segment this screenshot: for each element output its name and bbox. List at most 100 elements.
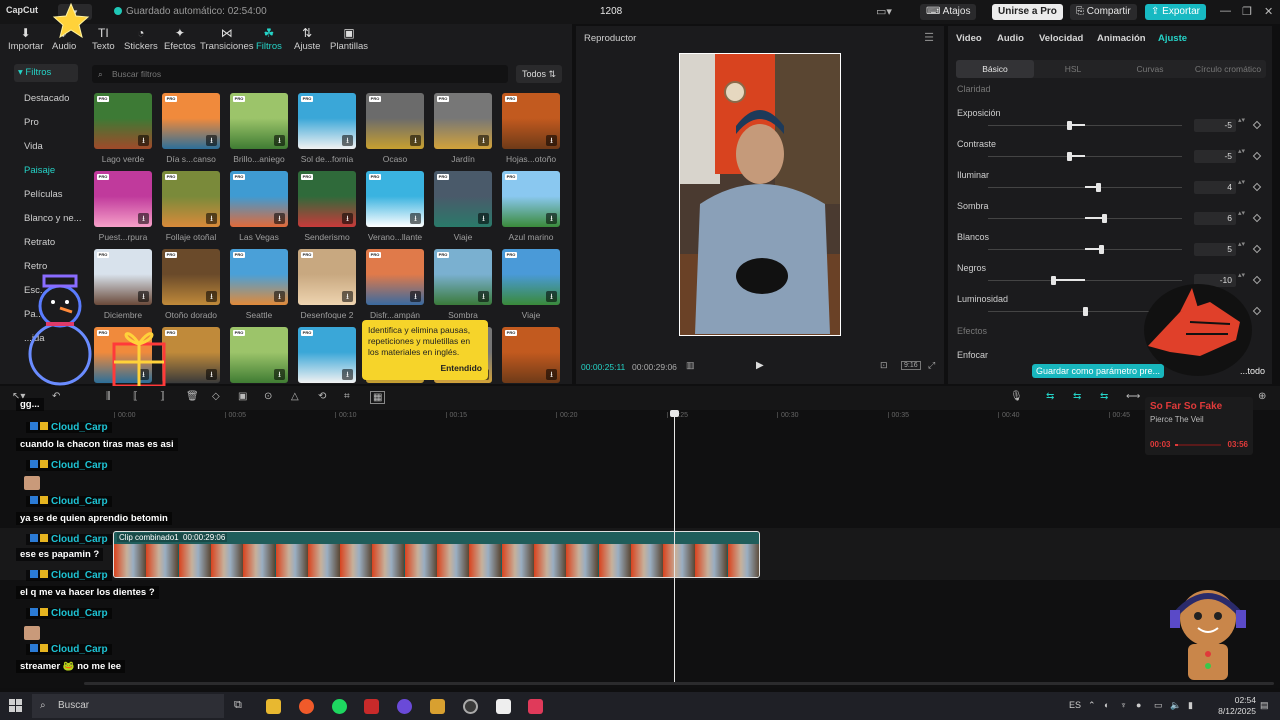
subtab-2[interactable]: Curvas [1111, 60, 1189, 78]
filter-thumbnail[interactable]: PRO ⭳ [162, 93, 220, 149]
maximize-icon[interactable]: ❐ [1242, 5, 1252, 18]
shortcuts-button[interactable]: ⌨ Atajos [920, 4, 977, 20]
layout-icon[interactable]: ▭▾ [876, 5, 892, 18]
filter-thumbnail[interactable]: PRO ⭳ [434, 171, 492, 227]
project-name[interactable]: 1208 [600, 6, 622, 17]
freeze-icon[interactable]: ▣ [238, 391, 247, 402]
delete-icon[interactable]: 🗑 [186, 391, 199, 402]
link-icon[interactable]: ⇆ [1046, 391, 1054, 402]
keyframe-icon[interactable] [1252, 213, 1262, 223]
param-slider[interactable] [988, 214, 1182, 223]
tray-app-icon[interactable]: ◐ [1104, 700, 1109, 710]
download-icon[interactable]: ⭳ [274, 291, 285, 302]
filter-thumbnail[interactable]: PRO ⭳ [94, 93, 152, 149]
filter-category[interactable]: Películas [24, 189, 63, 200]
filter-search-input[interactable]: ⌕ Buscar filtros [92, 65, 508, 83]
download-icon[interactable]: ⭳ [478, 213, 489, 224]
filter-thumbnail[interactable]: PRO ⭳ [434, 93, 492, 149]
filter-thumbnail[interactable]: PRO ⭳ [434, 249, 492, 305]
subtab-3[interactable]: Círculo cromático [1189, 60, 1267, 78]
fullscreen-icon[interactable]: ⤢ [928, 360, 935, 371]
stepper-icon[interactable]: ▴▾ [1238, 241, 1245, 248]
subtab-1[interactable]: HSL [1034, 60, 1112, 78]
input-language[interactable]: ES [1069, 700, 1081, 710]
aspect-ratio-button[interactable]: 9:16 [901, 361, 921, 370]
filter-thumbnail[interactable]: PRO ⭳ [230, 249, 288, 305]
tab-velocidad[interactable]: Velocidad [1039, 33, 1083, 44]
stepper-icon[interactable]: ▴▾ [1238, 210, 1245, 217]
toolbar-transiciones[interactable]: ⋈ Transiciones [200, 26, 254, 52]
rotate-icon[interactable]: ⟲ [318, 391, 326, 402]
play-button[interactable]: ▶ [756, 360, 764, 371]
toolbar-importar[interactable]: ⬇ Importar [8, 26, 43, 52]
download-icon[interactable]: ⭳ [206, 213, 217, 224]
taskbar-search[interactable]: ⌕ Buscar [32, 694, 224, 718]
reverse-icon[interactable]: ⊙ [264, 391, 272, 402]
filter-category[interactable]: Retrato [24, 237, 55, 248]
download-icon[interactable]: ⭳ [546, 213, 557, 224]
volume-icon[interactable]: 🔈 [1170, 700, 1181, 711]
keyframe-icon[interactable] [1252, 182, 1262, 192]
usb-icon[interactable]: ♆ [1120, 700, 1127, 710]
tab-animación[interactable]: Animación [1097, 33, 1146, 44]
filter-thumbnail[interactable]: PRO ⭳ [502, 327, 560, 383]
network-icon[interactable]: ▭ [1154, 700, 1163, 711]
toolbar-texto[interactable]: TI Texto [92, 26, 115, 52]
keyframe-icon[interactable] [1252, 120, 1262, 130]
download-icon[interactable]: ⭳ [138, 291, 149, 302]
voicemeeter-icon[interactable] [364, 699, 379, 714]
zoom-in-icon[interactable]: ⊕ [1258, 391, 1266, 402]
filter-thumbnail[interactable]: PRO ⭳ [94, 171, 152, 227]
capcut-taskbar-icon[interactable] [496, 699, 511, 714]
filter-thumbnail[interactable]: PRO ⭳ [298, 171, 356, 227]
filter-thumbnail[interactable]: PRO ⭳ [366, 171, 424, 227]
filter-thumbnail[interactable]: PRO ⭳ [366, 93, 424, 149]
filter-thumbnail[interactable]: PRO ⭳ [298, 249, 356, 305]
brave-icon[interactable] [299, 699, 314, 714]
filter-thumbnail[interactable]: PRO ⭳ [298, 327, 356, 383]
param-slider[interactable] [988, 183, 1182, 192]
param-value[interactable]: -5 [1194, 150, 1236, 163]
tray-chevron-icon[interactable]: ⌃ [1088, 700, 1096, 711]
filter-thumbnail[interactable]: PRO ⭳ [162, 171, 220, 227]
toolbar-stickers[interactable]: ◔ Stickers [124, 26, 158, 52]
file-explorer-icon[interactable] [266, 699, 281, 714]
notification-icon[interactable]: ▤ [1260, 700, 1269, 711]
windows-start-icon[interactable] [9, 699, 22, 712]
timeline-scrollbar[interactable] [84, 682, 1274, 685]
smart-cut-icon[interactable]: ▦ [370, 391, 386, 404]
filters-category-header[interactable]: ▾ Filtros [14, 64, 78, 82]
filter-thumbnail[interactable]: PRO ⭳ [366, 249, 424, 305]
filter-thumbnail[interactable]: PRO ⭳ [230, 93, 288, 149]
stepper-icon[interactable]: ▴▾ [1238, 272, 1245, 279]
close-icon[interactable]: ✕ [1264, 5, 1273, 18]
mic-tray-icon[interactable]: ● [1136, 700, 1141, 710]
toolbar-ajuste[interactable]: ⇅ Ajuste [294, 26, 320, 52]
join-pro-button[interactable]: Unirse a Pro [992, 4, 1063, 20]
param-slider[interactable] [988, 121, 1182, 130]
filter-thumbnail[interactable]: PRO ⭳ [162, 249, 220, 305]
minimize-icon[interactable]: — [1220, 5, 1231, 17]
zoom-fit-icon[interactable]: ⟷ [1126, 391, 1140, 402]
tab-video[interactable]: Video [956, 33, 982, 44]
param-slider-knob[interactable] [1095, 183, 1101, 192]
obs-icon[interactable] [397, 699, 412, 714]
param-slider-knob[interactable] [1083, 307, 1088, 316]
download-icon[interactable]: ⭳ [342, 135, 353, 146]
param-slider[interactable] [988, 152, 1182, 161]
combined-clip[interactable]: Clip combinado1 00:00:29:06 [113, 531, 760, 578]
spotify-icon[interactable] [332, 699, 347, 714]
download-icon[interactable]: ⭳ [546, 291, 557, 302]
taskbar-clock[interactable]: 02:54 8/12/2025 [1218, 695, 1256, 717]
param-value[interactable]: 4 [1194, 181, 1236, 194]
param-slider[interactable] [988, 276, 1182, 285]
download-icon[interactable]: ⭳ [342, 213, 353, 224]
player-menu-icon[interactable]: ☰ [924, 31, 934, 44]
filter-thumbnail[interactable]: PRO ⭳ [502, 171, 560, 227]
param-slider-knob[interactable] [1067, 152, 1072, 161]
filter-category[interactable]: Paisaje [24, 165, 55, 176]
download-icon[interactable]: ⭳ [478, 135, 489, 146]
download-icon[interactable]: ⭳ [274, 135, 285, 146]
share-button[interactable]: ⎘ Compartir [1070, 4, 1137, 20]
param-slider-knob[interactable] [1102, 214, 1108, 223]
